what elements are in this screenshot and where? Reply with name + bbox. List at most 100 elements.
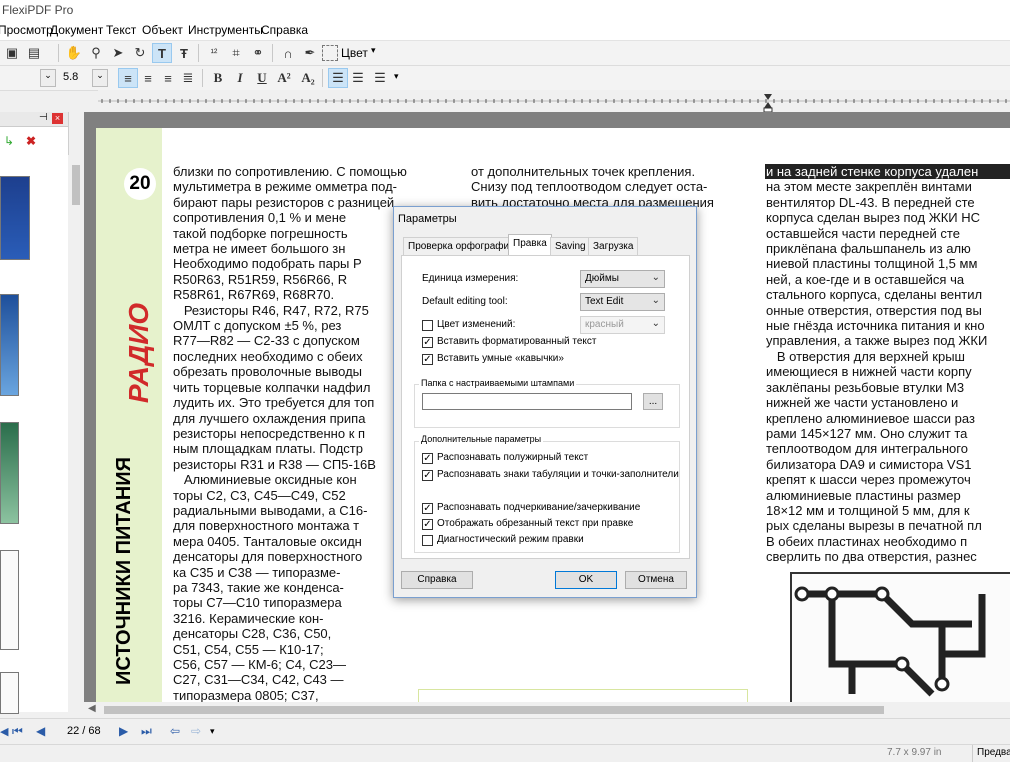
scrollbar-thumb[interactable]	[72, 165, 80, 205]
zoom-icon[interactable]: ⚲	[86, 43, 106, 63]
scrollbar-thumb[interactable]	[104, 706, 884, 714]
first-page-icon[interactable]: ⏮	[12, 724, 23, 739]
text-line[interactable]: заклёпаны резьбовые втулки М3	[766, 380, 1010, 395]
text-line[interactable]: имеющиеся в нижней части корпу	[766, 364, 1010, 379]
forward-icon[interactable]: ⇨	[191, 724, 201, 738]
page-thumbnail[interactable]	[0, 294, 19, 396]
line-spacing-1-icon[interactable]: ☰	[328, 68, 348, 88]
underline-icon[interactable]: U	[252, 68, 272, 88]
justify-icon[interactable]: ≣	[178, 68, 198, 88]
stamps-path-input[interactable]	[422, 393, 632, 410]
text-line[interactable]: Снизу под теплоотводом следует оста-	[471, 179, 749, 194]
horizontal-scrollbar[interactable]: ◀	[84, 702, 1010, 718]
paste-formatted-checkbox[interactable]: ✓	[422, 337, 433, 348]
unit-dropdown[interactable]: Дюймы ⌄	[580, 270, 665, 288]
text-line[interactable]: управления, а также вырез под ЖКИ	[766, 333, 1010, 348]
text-edit-icon[interactable]: T	[152, 43, 172, 63]
option-checkbox[interactable]: ✓	[422, 470, 433, 481]
text-line[interactable]: вентилятор DL-43. В передней сте	[766, 195, 1010, 210]
tab-saving[interactable]: Saving	[550, 237, 591, 255]
text-line[interactable]: ней, а кое-где и в оставшейся ча	[766, 272, 1010, 287]
link-icon[interactable]: ⚭	[248, 43, 268, 63]
text-line[interactable]: рых сделаны вырезы в печатной пл	[766, 518, 1010, 533]
text-line[interactable]: стального корпуса, сделаны вентил	[766, 287, 1010, 302]
text-line[interactable]: теплоотводом для интегрального	[766, 441, 1010, 456]
text-column-3[interactable]: и на задней стенке корпуса удален на этом…	[766, 164, 1010, 564]
option-checkbox[interactable]	[422, 535, 433, 546]
cancel-button[interactable]: Отмена	[625, 571, 687, 589]
save-icon[interactable]: ▣	[2, 43, 22, 63]
menu-text[interactable]: Текст	[106, 23, 136, 37]
text-line[interactable]: близки по сопротивлению. С помощью	[173, 164, 461, 179]
delete-page-icon[interactable]: ✖	[26, 134, 36, 148]
text-line[interactable]: С56, С57 — КМ-6; С4, С23—	[173, 657, 461, 672]
font-dropdown-arrow[interactable]: ⌄	[40, 69, 56, 87]
chevron-down-icon[interactable]: ▾	[394, 71, 399, 82]
text-line[interactable]: и на задней стенке корпуса удален	[766, 164, 1010, 179]
text-line[interactable]: денсаторы С28, С36, С50,	[173, 626, 461, 641]
text-line[interactable]: от дополнительных точек крепления.	[471, 164, 749, 179]
page-thumbnail[interactable]	[0, 422, 19, 524]
option-checkbox[interactable]: ✓	[422, 503, 433, 514]
font-size-value[interactable]: 5.8	[63, 71, 78, 83]
horizontal-ruler[interactable]	[98, 90, 1010, 112]
chevron-down-icon[interactable]: ▾	[210, 726, 215, 737]
text-line[interactable]: рами 145×127 мм. Оно служит та	[766, 426, 1010, 441]
text-line[interactable]: В отверстия для верхней крыш	[766, 349, 1010, 364]
text-line[interactable]: мультиметра в режиме омметра под-	[173, 179, 461, 194]
menu-tools[interactable]: Инструменты	[188, 23, 263, 37]
change-color-dropdown[interactable]: красный ⌄	[580, 316, 665, 334]
scroll-left-icon[interactable]: ◀	[88, 703, 96, 714]
align-center-icon[interactable]: ≡	[138, 68, 158, 88]
curve-icon[interactable]: ∩	[278, 43, 298, 63]
align-right-icon[interactable]: ≡	[158, 68, 178, 88]
next-page-icon[interactable]: ▶	[119, 724, 128, 738]
text-line[interactable]: креплено алюминиевое шасси раз	[766, 411, 1010, 426]
text-line[interactable]: 3216. Керамические кон-	[173, 611, 461, 626]
page-thumbnail[interactable]	[0, 176, 30, 260]
reflow-icon[interactable]: ¹²	[204, 43, 224, 63]
text-line[interactable]: корпуса сделан вырез под ЖКИ НС	[766, 210, 1010, 225]
subscript-icon[interactable]: A₂	[298, 68, 318, 88]
text-line[interactable]: сверлить по два отверстия, разнес	[766, 549, 1010, 564]
text-line[interactable]: 18×12 мм и толщиной 5 мм, для к	[766, 503, 1010, 518]
text-frame-icon[interactable]: Ŧ	[174, 43, 194, 63]
menu-document[interactable]: Документ	[50, 23, 103, 37]
color-swatch-icon[interactable]	[322, 45, 338, 61]
font-size-dropdown-arrow[interactable]: ⌄	[92, 69, 108, 87]
tab-editing[interactable]: Правка	[508, 234, 552, 256]
line-spacing-2-icon[interactable]: ☰	[348, 68, 368, 88]
page-indicator[interactable]: 22 / 68	[67, 725, 101, 737]
text-line[interactable]: билизатора DA9 и симистора VS1	[766, 457, 1010, 472]
menu-view[interactable]: Просмотр	[0, 23, 53, 37]
add-page-icon[interactable]: ↳	[4, 134, 14, 148]
page-thumbnail[interactable]	[0, 550, 19, 650]
option-checkbox[interactable]: ✓	[422, 519, 433, 530]
pin-icon[interactable]: ⊣	[39, 112, 48, 123]
crop-icon[interactable]: ⌗	[226, 43, 246, 63]
change-color-checkbox[interactable]	[422, 320, 433, 331]
hand-tool-icon[interactable]: ✋	[64, 43, 84, 63]
menu-help[interactable]: Справка	[261, 23, 308, 37]
text-line[interactable]: С51, С54, С55 — К10-17;	[173, 642, 461, 657]
page-thumbnail[interactable]	[0, 672, 19, 714]
help-button[interactable]: Справка	[401, 571, 473, 589]
panel-scrollbar[interactable]	[68, 155, 84, 712]
editing-tool-dropdown[interactable]: Text Edit ⌄	[580, 293, 665, 311]
option-checkbox[interactable]: ✓	[422, 453, 433, 464]
text-line[interactable]: оставшейся части передней сте	[766, 226, 1010, 241]
text-line[interactable]: ные гнёзда источника питания и кно	[766, 318, 1010, 333]
superscript-icon[interactable]: A²	[274, 68, 294, 88]
eyedropper-icon[interactable]: ✒	[300, 43, 320, 63]
chevron-down-icon[interactable]: ▾	[371, 45, 376, 56]
bold-icon[interactable]: B	[208, 68, 228, 88]
menu-object[interactable]: Объект	[142, 23, 183, 37]
text-line[interactable]: на этом месте закреплён винтами	[766, 179, 1010, 194]
text-line[interactable]: приклёпана фальшпанель из алю	[766, 241, 1010, 256]
line-spacing-3-icon[interactable]: ☰	[370, 68, 390, 88]
browse-button[interactable]: ...	[643, 393, 663, 410]
text-line[interactable]: ниевой пластины толщиной 1,5 мм	[766, 256, 1010, 271]
text-line[interactable]: алюминиевые пластины размер	[766, 488, 1010, 503]
text-line[interactable]: В обеих пластинах необходимо п	[766, 534, 1010, 549]
text-line[interactable]: нижней же части установлено и	[766, 395, 1010, 410]
